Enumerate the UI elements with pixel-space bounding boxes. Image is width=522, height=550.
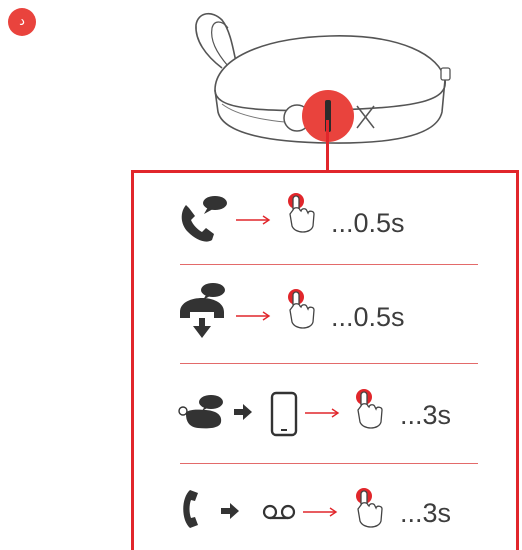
speaker-illustration bbox=[195, 12, 451, 144]
instruction-panel bbox=[131, 170, 519, 550]
divider bbox=[180, 363, 478, 364]
divider bbox=[180, 264, 478, 265]
callout-connector bbox=[326, 120, 329, 172]
divider bbox=[180, 463, 478, 464]
